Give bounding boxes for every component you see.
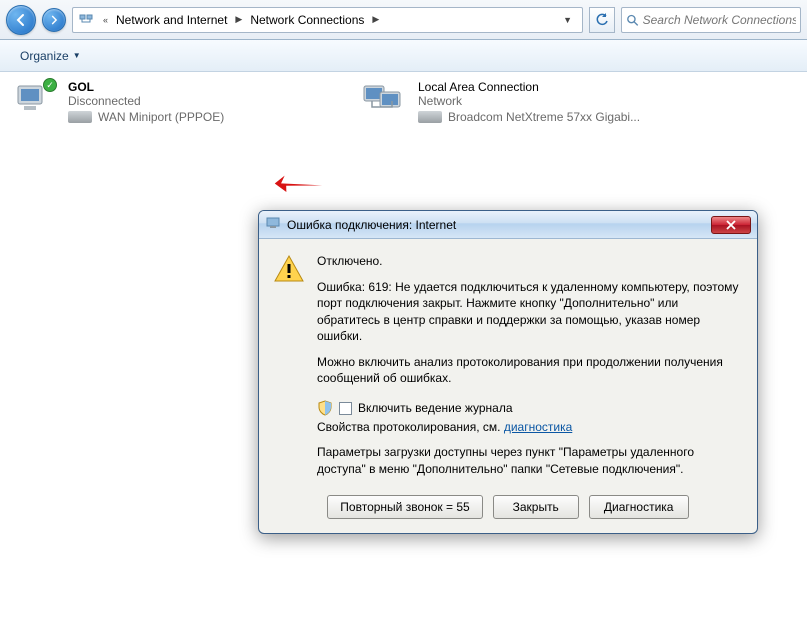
dialog-button-row: Повторный звонок = 55 Закрыть Диагностик…: [259, 485, 757, 533]
connection-adapter: WAN Miniport (PPPOE): [98, 110, 224, 124]
error-dialog: Ошибка подключения: Internet Отключено. …: [258, 210, 758, 534]
explorer-toolbar: « Network and Internet ▶ Network Connect…: [0, 0, 807, 40]
connection-item-lan[interactable]: Local Area Connection Network Broadcom N…: [362, 80, 652, 128]
logging-properties-prefix: Свойства протоколирования, см.: [317, 420, 504, 434]
enable-logging-label: Включить ведение журнала: [358, 401, 513, 415]
log-hint: Можно включить анализ протоколирования п…: [317, 354, 743, 386]
chevron-left-icon[interactable]: «: [97, 15, 114, 25]
connection-name: Local Area Connection: [418, 80, 640, 94]
forward-button[interactable]: [42, 8, 66, 32]
dialog-title: Ошибка подключения: Internet: [287, 218, 705, 232]
chevron-down-icon: ▼: [73, 51, 81, 60]
params-text: Параметры загрузки доступны через пункт …: [259, 438, 757, 484]
network-icon: [77, 11, 95, 29]
diagnostics-link[interactable]: диагностика: [504, 420, 572, 434]
chevron-icon[interactable]: ▶: [229, 14, 248, 25]
adapter-icon: [418, 111, 442, 123]
command-bar: Organize ▼: [0, 40, 807, 72]
connection-text: Local Area Connection Network Broadcom N…: [418, 80, 640, 128]
breadcrumb-item-2[interactable]: Network Connections: [250, 13, 364, 27]
chevron-icon[interactable]: ▶: [366, 14, 385, 25]
adapter-icon: [68, 111, 92, 123]
connection-text: GOL Disconnected WAN Miniport (PPPOE): [68, 80, 224, 128]
check-badge-icon: ✓: [43, 78, 57, 92]
app-icon: [265, 215, 281, 234]
enable-logging-checkbox[interactable]: [339, 402, 352, 415]
dialog-titlebar[interactable]: Ошибка подключения: Internet: [259, 211, 757, 239]
close-button[interactable]: [711, 216, 751, 234]
diagnostics-button[interactable]: Диагностика: [589, 495, 689, 519]
close-icon: [726, 220, 736, 230]
search-input[interactable]: [643, 13, 796, 27]
shield-icon: [317, 400, 333, 416]
breadcrumb[interactable]: « Network and Internet ▶ Network Connect…: [72, 7, 583, 33]
close-dialog-button[interactable]: Закрыть: [493, 495, 579, 519]
chevron-down-icon[interactable]: ▼: [557, 15, 578, 25]
error-message: Ошибка: 619: Не удается подключиться к у…: [317, 279, 743, 344]
connection-adapter: Broadcom NetXtreme 57xx Gigabi...: [448, 110, 640, 124]
search-icon: [626, 13, 639, 27]
connection-icon: ✓: [12, 80, 60, 128]
connections-pane: ✓ GOL Disconnected WAN Miniport (PPPOE) …: [0, 72, 807, 136]
connection-status: Network: [418, 94, 640, 108]
redial-button[interactable]: Повторный звонок = 55: [327, 495, 482, 519]
state-text: Отключено.: [317, 253, 743, 269]
logging-section: Включить ведение журнала Свойства проток…: [259, 400, 757, 438]
back-button[interactable]: [6, 5, 36, 35]
organize-menu[interactable]: Organize ▼: [10, 45, 91, 67]
warning-icon: [273, 253, 305, 396]
connection-item-gol[interactable]: ✓ GOL Disconnected WAN Miniport (PPPOE): [12, 80, 302, 128]
refresh-button[interactable]: [589, 7, 615, 33]
logging-properties-row: Свойства протоколирования, см. диагности…: [317, 420, 743, 434]
dialog-text: Отключено. Ошибка: 619: Не удается подкл…: [317, 253, 743, 396]
breadcrumb-item-1[interactable]: Network and Internet: [116, 13, 227, 27]
connection-status: Disconnected: [68, 94, 224, 108]
connection-name: GOL: [68, 80, 224, 94]
organize-label: Organize: [20, 49, 69, 63]
dialog-body: Отключено. Ошибка: 619: Не удается подкл…: [259, 239, 757, 400]
connection-icon: [362, 80, 410, 128]
search-box[interactable]: [621, 7, 801, 33]
